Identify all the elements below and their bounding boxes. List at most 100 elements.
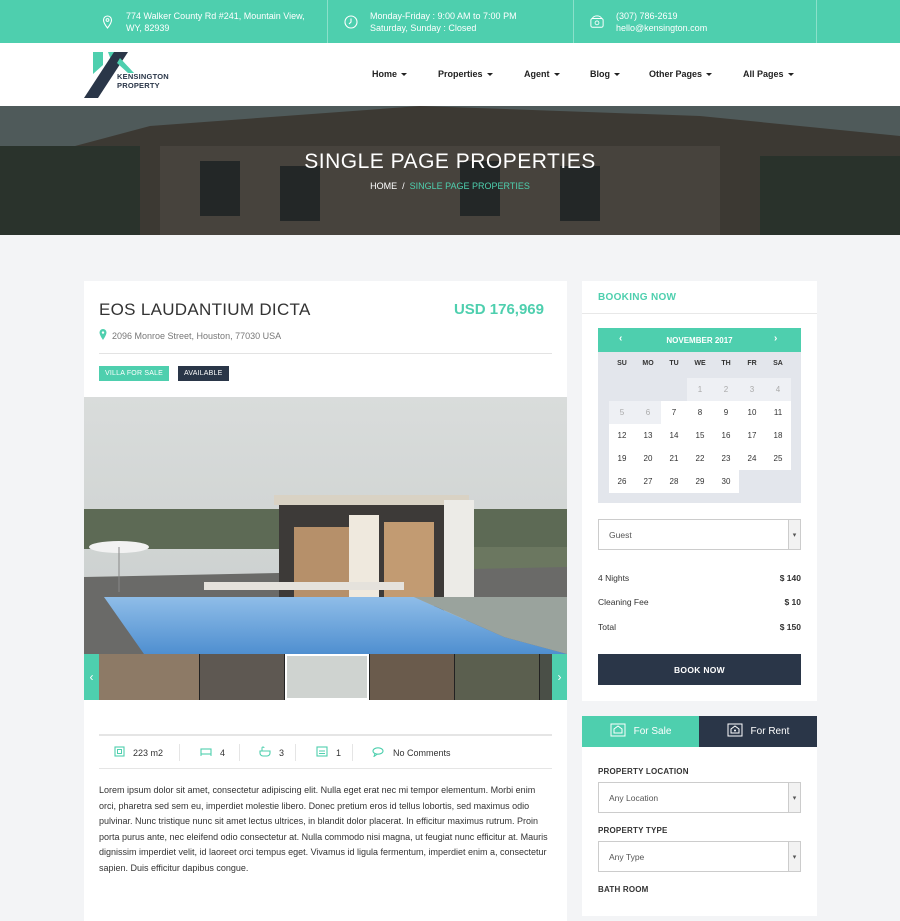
chevron-down-icon — [486, 73, 493, 77]
map-pin-icon — [99, 329, 107, 342]
calendar-day-disabled: 1 — [687, 378, 713, 401]
menu-properties[interactable]: Properties — [438, 69, 493, 79]
tab-for-sale[interactable]: For Sale — [582, 716, 699, 747]
property-price: USD 176,969 — [453, 301, 544, 318]
calendar-day[interactable]: 28 — [661, 470, 687, 493]
menu-other-pages[interactable]: Other Pages — [649, 69, 713, 79]
price-row-label: 4 Nights — [598, 573, 630, 583]
calendar-day[interactable]: 24 — [739, 447, 765, 470]
weekday-label: TU — [669, 360, 679, 367]
guest-select[interactable]: Guest ▾ — [598, 519, 801, 550]
menu-other-pages-label: Other Pages — [649, 69, 703, 79]
calendar-day[interactable]: 25 — [765, 447, 791, 470]
calendar-day[interactable]: 30 — [713, 470, 739, 493]
menu-home[interactable]: Home — [372, 69, 408, 79]
property-card: EOS LAUDANTIUM DICTA USD 176,969 2096 Mo… — [84, 281, 567, 921]
map-pin-icon — [100, 14, 114, 29]
logo-text: KENSINGTON PROPERTY — [117, 72, 169, 90]
villa-image — [84, 397, 567, 654]
thumbnail[interactable] — [99, 654, 199, 700]
menu-blog[interactable]: Blog — [590, 69, 620, 79]
calendar-day[interactable]: 20 — [635, 447, 661, 470]
booking-title: BOOKING NOW — [598, 292, 677, 303]
breadcrumb-separator: / — [402, 181, 405, 191]
chevron-left-icon: ‹ — [89, 670, 94, 684]
property-address: 2096 Monroe Street, Houston, 77030 USA — [99, 329, 281, 342]
feature-comments[interactable]: No Comments — [372, 736, 451, 769]
calendar-day[interactable]: 22 — [687, 447, 713, 470]
type-label: PROPERTY TYPE — [598, 826, 668, 835]
weekday-label: SA — [773, 360, 783, 367]
price-row-total: Total $ 150 — [598, 622, 801, 632]
bath-room-label: BATH ROOM — [598, 885, 649, 894]
calendar-day[interactable]: 23 — [713, 447, 739, 470]
thumbnail-next-button[interactable]: › — [552, 654, 567, 700]
calendar-day[interactable]: 9 — [713, 401, 739, 424]
menu-blog-label: Blog — [590, 69, 610, 79]
weekday-label: FR — [747, 360, 757, 367]
comment-icon — [372, 746, 385, 759]
calendar-day[interactable]: 29 — [687, 470, 713, 493]
status-badge: VILLA FOR SALE — [99, 366, 170, 381]
thumbnail[interactable] — [285, 654, 369, 700]
property-main-photo[interactable] — [84, 397, 567, 654]
thumbnail[interactable] — [455, 654, 539, 700]
breadcrumb-home[interactable]: HOME — [370, 181, 397, 191]
calendar-day[interactable]: 15 — [687, 424, 713, 447]
calendar-day[interactable]: 13 — [635, 424, 661, 447]
calendar-day[interactable]: 11 — [765, 401, 791, 424]
calendar-day[interactable]: 19 — [609, 447, 635, 470]
menu-agent[interactable]: Agent — [524, 69, 560, 79]
divider — [582, 313, 817, 314]
thumbnail-prev-button[interactable]: ‹ — [84, 654, 99, 700]
phone-number[interactable]: (307) 786-2619 — [616, 10, 707, 22]
divider — [352, 744, 353, 761]
calendar-day-disabled: 6 — [635, 401, 661, 424]
calendar-day[interactable]: 14 — [661, 424, 687, 447]
calendar-day[interactable]: 16 — [713, 424, 739, 447]
thumbnail[interactable] — [370, 654, 454, 700]
divider — [295, 744, 296, 761]
thumbnail[interactable] — [200, 654, 284, 700]
weekday-label: TH — [721, 360, 731, 367]
chevron-down-icon — [401, 73, 408, 77]
calendar-day[interactable]: 17 — [739, 424, 765, 447]
phone-icon — [590, 14, 604, 29]
calendar-day[interactable]: 10 — [739, 401, 765, 424]
book-now-button[interactable]: BOOK NOW — [598, 654, 801, 685]
chevron-down-icon: ▾ — [788, 520, 800, 549]
house-key-icon — [727, 723, 743, 740]
price-row-value: $ 150 — [779, 622, 801, 632]
calendar-day[interactable]: 21 — [661, 447, 687, 470]
calendar-day[interactable]: 8 — [687, 401, 713, 424]
divider — [179, 744, 180, 761]
chevron-down-icon: ▾ — [788, 842, 800, 871]
chevron-down-icon — [787, 73, 794, 77]
menu-all-pages[interactable]: All Pages — [743, 69, 794, 79]
contact-info: (307) 786-2619 hello@kensington.com — [573, 0, 817, 43]
garage-icon — [316, 746, 328, 759]
calendar-day[interactable]: 26 — [609, 470, 635, 493]
calendar-day[interactable]: 12 — [609, 424, 635, 447]
location-select[interactable]: Any Location ▾ — [598, 782, 801, 813]
calendar-day-disabled: 5 — [609, 401, 635, 424]
calendar-next-button[interactable]: › — [774, 333, 777, 344]
property-description: Lorem ipsum dolor sit amet, consectetur … — [99, 785, 548, 873]
chevron-down-icon: ▾ — [788, 783, 800, 812]
email-address[interactable]: hello@kensington.com — [616, 22, 707, 34]
type-select[interactable]: Any Type ▾ — [598, 841, 801, 872]
hours-line-2: Saturday, Sunday : Closed — [370, 22, 477, 33]
feature-baths: 3 — [259, 736, 284, 769]
property-title: EOS LAUDANTIUM DICTA — [99, 300, 311, 319]
calendar-day[interactable]: 7 — [661, 401, 687, 424]
address-info: 774 Walker County Rd #241, Mountain View… — [84, 0, 305, 43]
feature-garage: 1 — [316, 736, 341, 769]
calendar-day[interactable]: 18 — [765, 424, 791, 447]
booking-panel: BOOKING NOW ‹ NOVEMBER 2017 › SU MO TU W… — [582, 281, 817, 701]
price-row-value: $ 10 — [784, 597, 801, 607]
tab-for-rent[interactable]: For Rent — [699, 716, 817, 747]
calendar-month: NOVEMBER 2017 — [666, 336, 733, 345]
address-line-2: WY, 82939 — [126, 22, 170, 33]
weekday-label: WE — [694, 360, 706, 367]
calendar-day[interactable]: 27 — [635, 470, 661, 493]
